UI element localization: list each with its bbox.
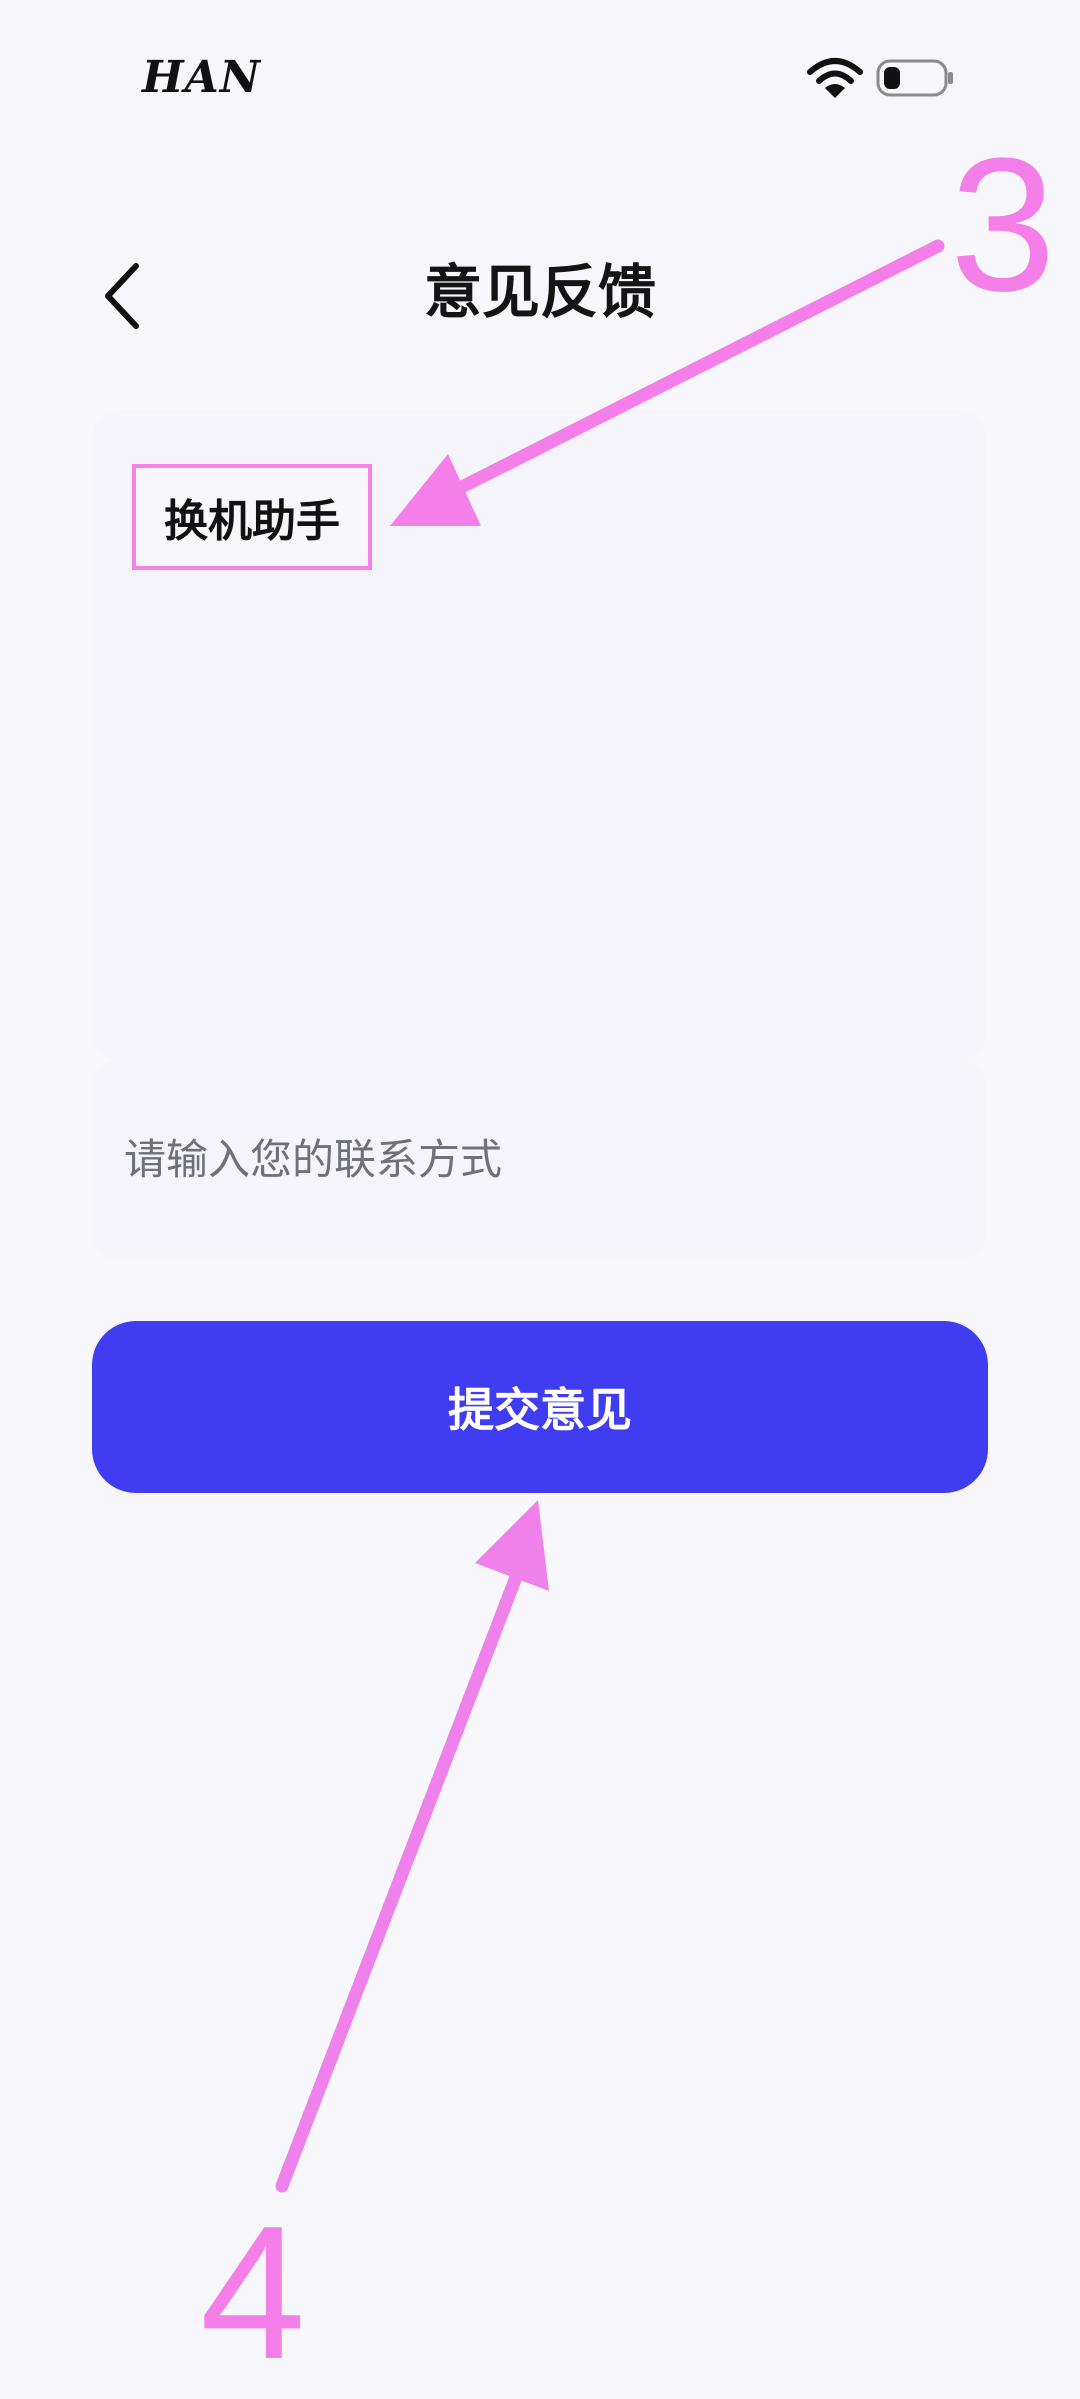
annotation-step-4: 4 [200,2187,306,2399]
carrier-label: HAN [142,52,261,103]
contact-input[interactable] [122,1108,946,1210]
nav-bar: 意见反馈 [0,220,1080,360]
contact-card [92,1060,986,1260]
battery-icon [876,59,953,97]
page-title: 意见反馈 [423,258,656,326]
annotation-step-3: 3 [950,119,1056,331]
status-bar: HAN [0,0,1080,140]
selected-app-tag[interactable]: 换机助手 [132,464,372,570]
submit-feedback-button[interactable]: 提交意见 [92,1321,988,1493]
annotation-arrow-4-shaft [275,1565,525,2193]
annotation-arrow-4-head [475,1500,549,1591]
wifi-icon [807,58,863,98]
